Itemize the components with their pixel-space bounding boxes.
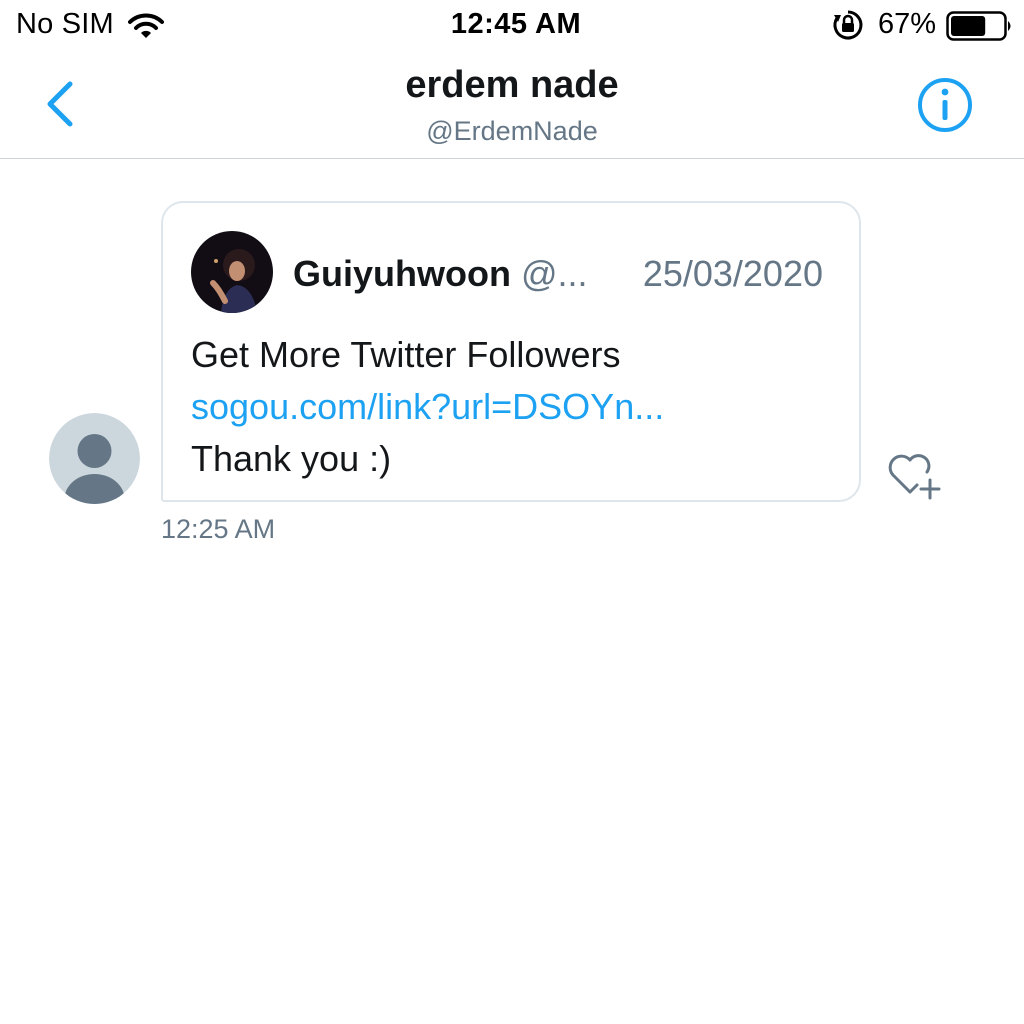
status-time: 12:45 AM [450,8,582,40]
tweet-author-avatar[interactable] [191,231,273,313]
tweet-link[interactable]: sogou.com/link?url=DSOYn... [191,381,664,433]
conversation-handle: @ErdemNade [426,116,598,146]
tweet-header: Guiyuhwoon @... 25/03/2020 [293,253,853,297]
sender-avatar[interactable] [49,413,140,504]
heart-plus-icon[interactable] [884,448,944,504]
default-avatar-icon [49,413,140,504]
tweet-text-line: Get More Twitter Followers [191,334,621,375]
battery-icon [946,11,1011,41]
status-bar: No SIM 12:45 AM 67% [0,0,1024,52]
battery-percentage: 67% [878,8,937,40]
conversation-title: erdem nade [405,64,619,106]
shared-tweet-card[interactable]: Guiyuhwoon @... 25/03/2020 Get More Twitt… [161,201,861,502]
tweet-author-name[interactable]: Guiyuhwoon [293,253,511,294]
info-icon[interactable] [916,76,974,134]
conversation-header: erdem nade @ErdemNade [0,52,1024,159]
dm-conversation-screen: No SIM 12:45 AM 67% erdem nade @ErdemNad… [0,0,1024,1024]
profile-photo-icon [191,231,273,313]
orientation-lock-icon [833,10,863,40]
tweet-text: Get More Twitter Followers sogou.com/lin… [191,329,664,485]
tweet-text-line: Thank you :) [191,438,392,479]
message-timestamp: 12:25 AM [161,514,276,544]
tweet-date: 25/03/2020 [642,253,823,294]
tweet-author-handle: @... [520,253,588,294]
